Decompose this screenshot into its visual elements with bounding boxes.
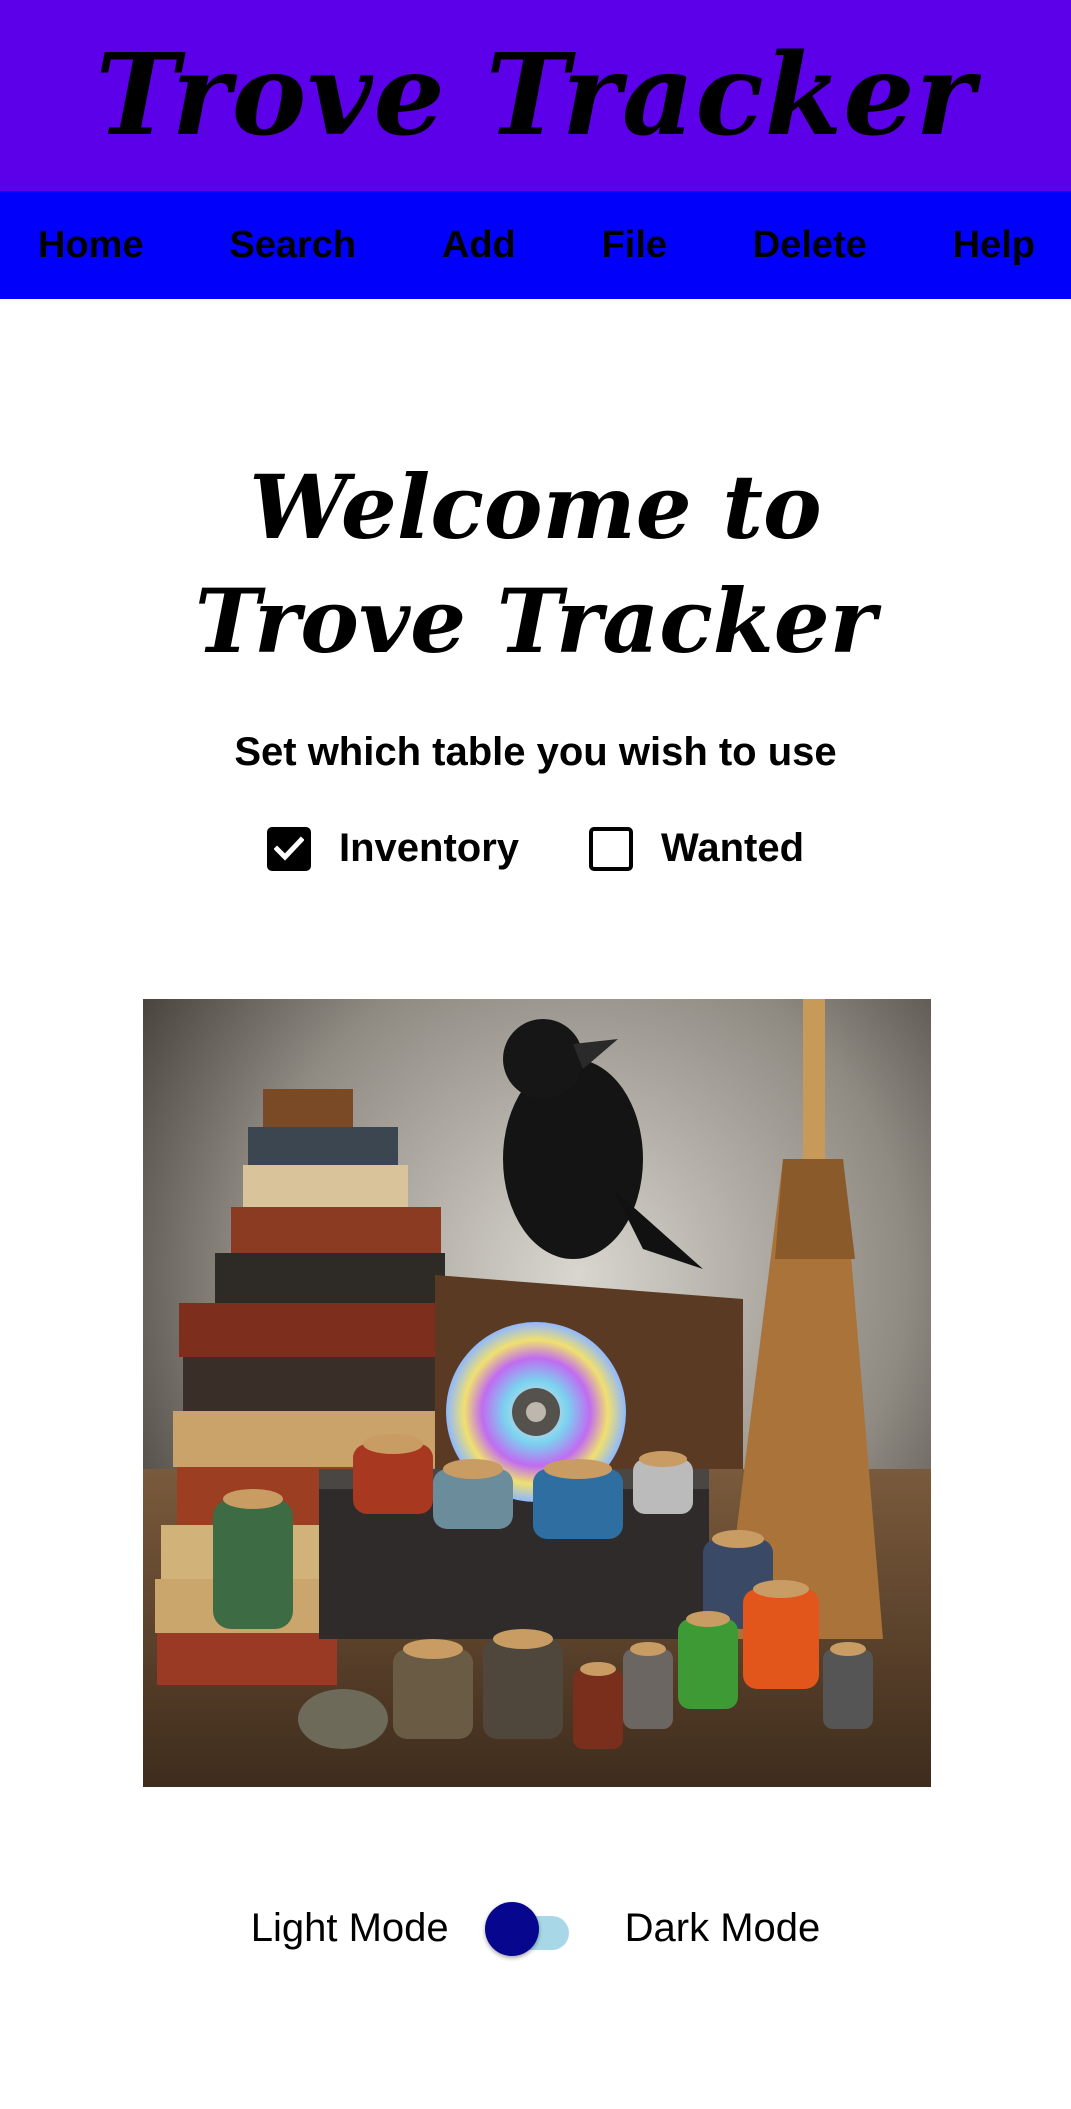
dark-mode-label: Dark Mode — [624, 1905, 821, 1950]
title-bar: Trove Tracker — [0, 0, 1071, 191]
inventory-option[interactable]: Inventory — [267, 826, 519, 871]
hero-image — [143, 999, 931, 1787]
nav-help[interactable]: Help — [953, 224, 1035, 267]
table-select: Inventory Wanted — [0, 826, 1071, 871]
table-select-prompt: Set which table you wish to use — [234, 730, 837, 774]
welcome-heading: Welcome to Trove Tracker — [0, 450, 1071, 678]
nav-file[interactable]: File — [602, 224, 667, 267]
checkmark-icon — [274, 835, 304, 861]
app-title: Trove Tracker — [95, 29, 976, 161]
welcome-line-1: Welcome to — [249, 455, 822, 559]
main-nav: Home Search Add File Delete Help — [0, 191, 1071, 299]
wanted-option[interactable]: Wanted — [589, 826, 804, 871]
wanted-checkbox[interactable] — [589, 826, 634, 871]
nav-search[interactable]: Search — [229, 224, 356, 267]
theme-switcher: Light Mode Dark Mode — [0, 1900, 1071, 1956]
toggle-knob[interactable] — [484, 1902, 539, 1956]
light-mode-label: Light Mode — [250, 1905, 449, 1950]
wanted-label: Wanted — [661, 826, 804, 870]
nav-add[interactable]: Add — [442, 224, 516, 267]
trove-illustration-icon — [143, 999, 931, 1787]
inventory-label: Inventory — [339, 826, 520, 870]
nav-home[interactable]: Home — [38, 224, 144, 267]
nav-delete[interactable]: Delete — [753, 224, 867, 267]
dark-mode-toggle[interactable] — [484, 1900, 571, 1956]
inventory-checkbox[interactable] — [267, 826, 311, 871]
welcome-line-2: Trove Tracker — [194, 569, 877, 673]
